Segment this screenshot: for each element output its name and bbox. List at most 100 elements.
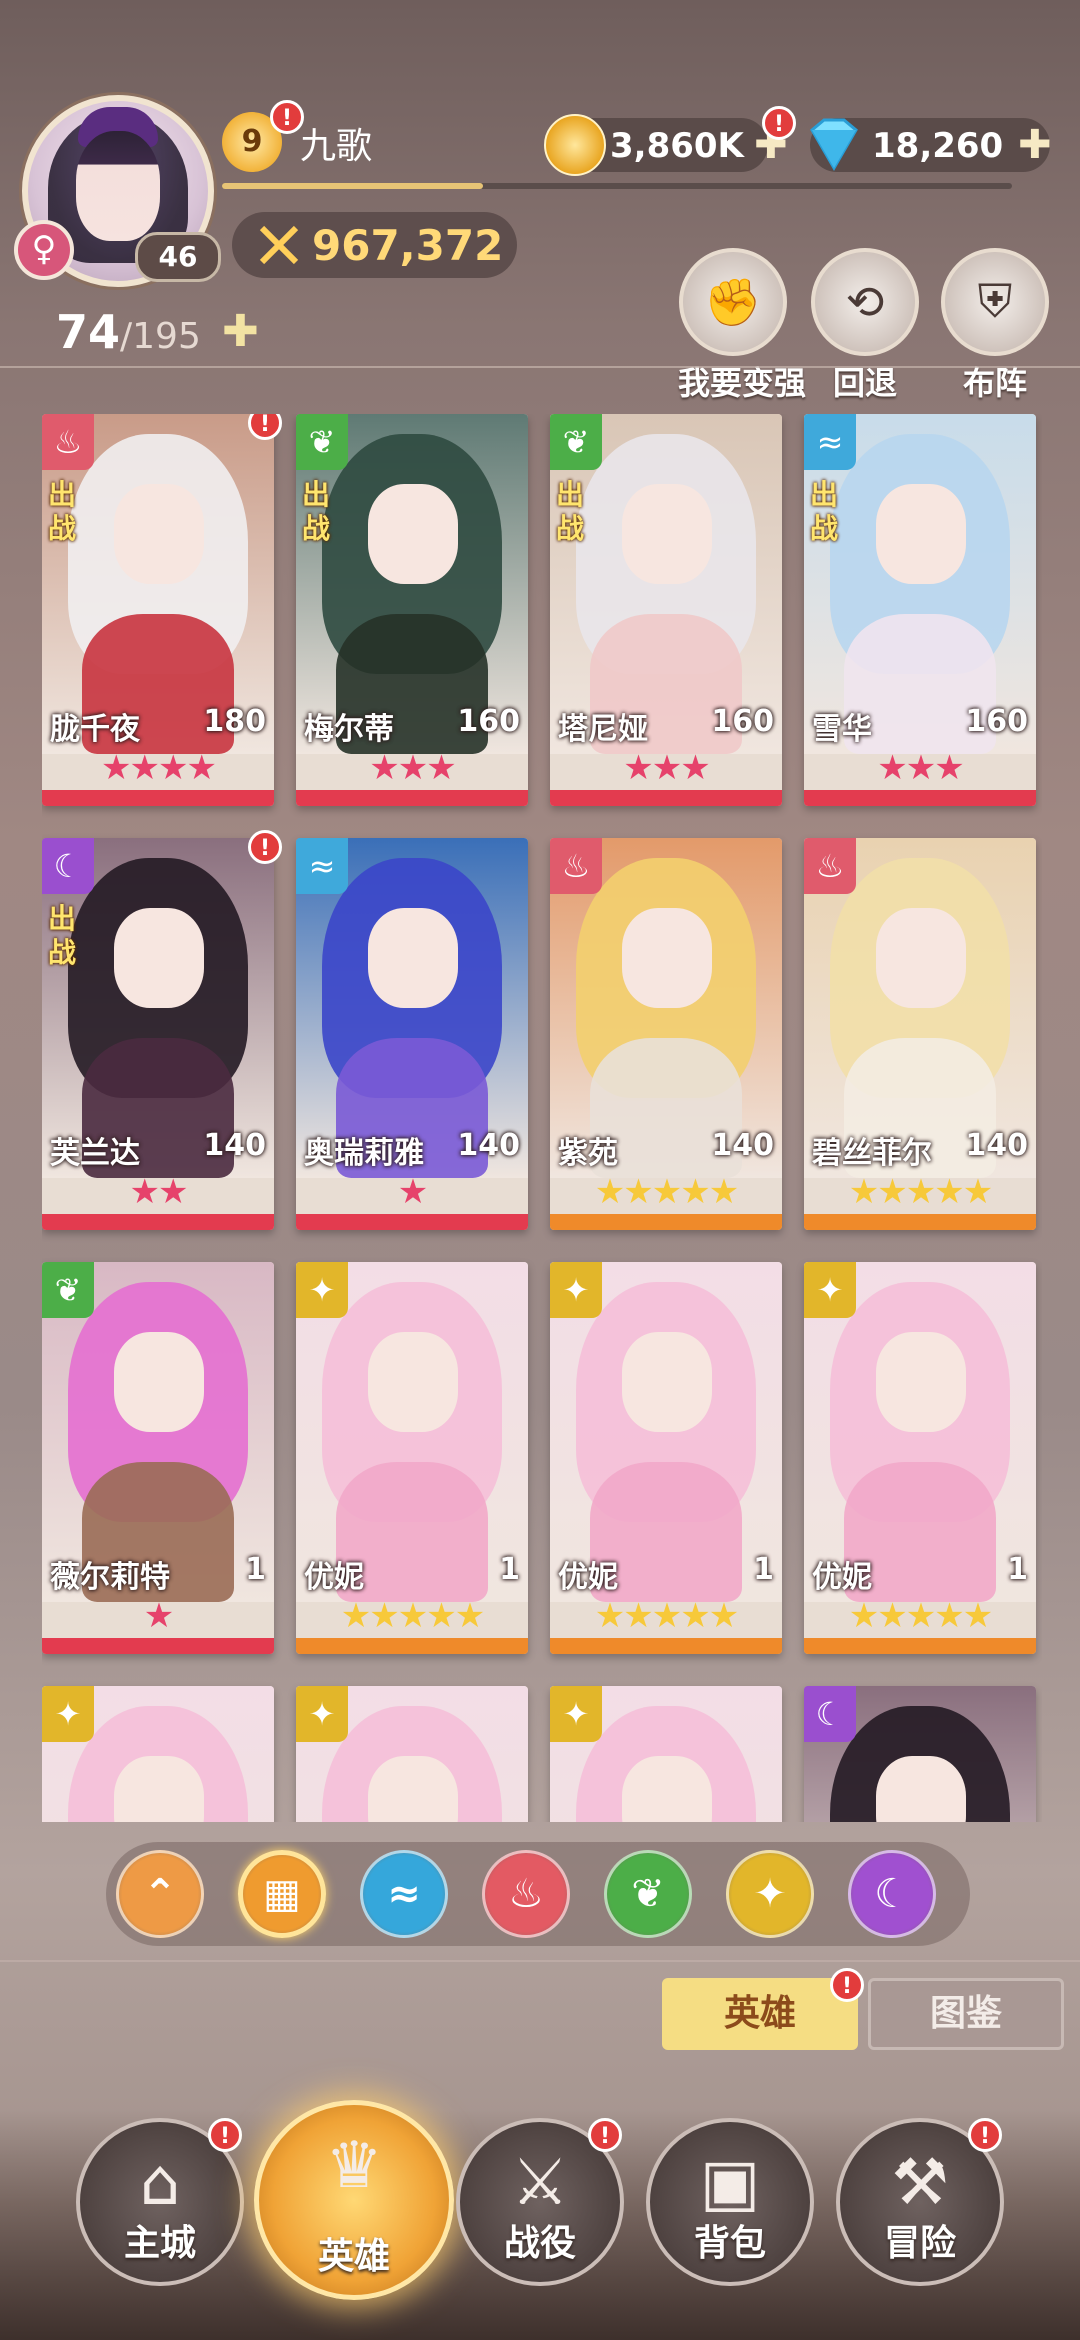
light-element-filter-button[interactable]: ✦ — [726, 1850, 814, 1938]
hero-card[interactable]: ≈ 奥瑞莉雅 140 ★ — [296, 838, 528, 1230]
hero-name: 奥瑞莉雅 — [304, 1136, 424, 1171]
rarity-bar — [296, 790, 528, 806]
nav-hero[interactable]: ♛ 英雄 — [254, 2100, 454, 2300]
leaf-element-filter-button[interactable]: ❦ — [604, 1850, 692, 1938]
hero-card[interactable]: ❦ 出战 塔尼娅 160 ★★★ — [550, 414, 782, 806]
add-diamond-button[interactable]: ✚ — [1018, 122, 1052, 168]
hero-stars: ★★★★ — [101, 748, 217, 788]
hero-level: 140 — [457, 1128, 520, 1163]
dark-element-filter-button[interactable]: ☾ — [848, 1850, 936, 1938]
player-level: 46 — [135, 232, 221, 282]
hero-name: 芙兰达 — [50, 1136, 140, 1171]
gold-coin-icon — [544, 114, 606, 176]
deployed-label: 出战 — [810, 478, 839, 545]
hero-level: 160 — [457, 704, 520, 739]
leaf-element-icon: ❦ — [550, 414, 602, 470]
hero-roster-count: 74/195 — [56, 305, 201, 359]
hero-level: 1 — [753, 1552, 774, 1587]
hero-name: 优妮 — [558, 1560, 618, 1595]
wave-element-icon: ≈ — [804, 414, 856, 470]
hero-icon: ♛ — [325, 2129, 383, 2203]
hero-card[interactable]: ☾ — [804, 1686, 1036, 1822]
gold-alert-dot: ! — [762, 106, 796, 140]
become-stronger-button[interactable]: ✊ 我要变强 — [678, 248, 806, 404]
hero-card[interactable]: ✦ — [42, 1686, 274, 1822]
nav-label: 主城 — [123, 2222, 196, 2264]
nav-alert-dot: ! — [208, 2118, 242, 2152]
hero-alert-dot: ! — [248, 830, 282, 864]
hero-name: 碧丝菲尔 — [812, 1136, 932, 1171]
nav-backpack[interactable]: ▣ 背包 — [646, 2118, 814, 2286]
hero-card[interactable]: ♨ 紫苑 140 ★★★★★ — [550, 838, 782, 1230]
hero-face — [622, 908, 712, 1008]
hero-card[interactable]: ☾ 出战 芙兰达 140 ★★ — [42, 838, 274, 1230]
hero-face — [876, 484, 966, 584]
hero-face — [114, 1756, 204, 1822]
castle-icon: ⌂ — [139, 2146, 181, 2220]
chevron-up-icon: ⌃ — [143, 1871, 177, 1917]
hero-card[interactable]: ✦ — [296, 1686, 528, 1822]
wings-sword-icon: ⚔ — [511, 2146, 569, 2220]
light-element-icon: ✦ — [296, 1686, 348, 1742]
tab-codex[interactable]: 图鉴 — [868, 1978, 1064, 2050]
hero-level: 140 — [711, 1128, 774, 1163]
hero-face — [114, 1332, 204, 1432]
expand-roster-button[interactable]: ✚ — [222, 306, 259, 357]
hero-face — [876, 1332, 966, 1432]
fire-element-icon: ♨ — [508, 1871, 544, 1917]
roster-count-value: 74 — [56, 305, 121, 359]
light-element-icon: ✦ — [42, 1686, 94, 1742]
hero-name: 紫苑 — [558, 1136, 618, 1171]
header-divider — [0, 366, 1080, 368]
fist-icon: ✊ — [679, 248, 787, 356]
backpack-icon: ▣ — [699, 2146, 761, 2220]
hero-card[interactable]: ≈ 出战 雪华 160 ★★★ — [804, 414, 1036, 806]
diamond-counter: 18,260 ✚ — [810, 118, 1052, 172]
filter-divider — [0, 1960, 1080, 1962]
female-icon: ♀ — [14, 220, 74, 280]
hero-name: 薇尔莉特 — [50, 1560, 170, 1595]
hero-card[interactable]: ✦ 优妮 1 ★★★★★ — [804, 1262, 1036, 1654]
hero-card[interactable]: ❦ 薇尔莉特 1 ★ — [42, 1262, 274, 1654]
player-name: 九歌 — [300, 126, 373, 167]
hero-face — [368, 1756, 458, 1822]
diamond-value: 18,260 — [872, 126, 1004, 166]
hero-face — [622, 484, 712, 584]
hero-level: 1 — [1007, 1552, 1028, 1587]
formation-button[interactable]: ⛨ 布阵 — [940, 248, 1050, 404]
hero-card[interactable]: ✦ 优妮 1 ★★★★★ — [296, 1262, 528, 1654]
hero-card[interactable]: ❦ 出战 梅尔蒂 160 ★★★ — [296, 414, 528, 806]
hero-card[interactable]: ♨ 碧丝菲尔 140 ★★★★★ — [804, 838, 1036, 1230]
hero-card[interactable]: ♨ 出战 胧千夜 180 ★★★★ — [42, 414, 274, 806]
rewind-icon: ⟲ — [811, 248, 919, 356]
light-element-icon: ✦ — [804, 1262, 856, 1318]
hero-stars: ★★★ — [369, 748, 456, 788]
fire-element-icon: ♨ — [804, 838, 856, 894]
hero-face — [368, 1332, 458, 1432]
light-element-icon: ✦ — [550, 1262, 602, 1318]
nav-alert-dot: ! — [968, 2118, 1002, 2152]
deployed-label: 出战 — [556, 478, 585, 545]
fire-element-icon: ♨ — [550, 838, 602, 894]
rewind-label: 回退 — [832, 364, 897, 402]
wave-element-filter-button[interactable]: ≈ — [360, 1850, 448, 1938]
rewind-button[interactable]: ⟲ 回退 — [810, 248, 920, 404]
wave-element-icon: ≈ — [296, 838, 348, 894]
nav-label: 背包 — [693, 2222, 766, 2264]
hero-name: 优妮 — [812, 1560, 872, 1595]
hero-card[interactable]: ✦ — [550, 1686, 782, 1822]
hero-stars: ★ — [143, 1596, 174, 1636]
fire-element-filter-button[interactable]: ♨ — [482, 1850, 570, 1938]
hero-card[interactable]: ✦ 优妮 1 ★★★★★ — [550, 1262, 782, 1654]
deployed-label: 出战 — [48, 902, 77, 969]
grid-all-filter-button[interactable]: ▦ — [238, 1850, 326, 1938]
adventure-icon: ⚒ — [891, 2146, 949, 2220]
roster-max-value: /195 — [120, 316, 201, 357]
chevron-up-filter-button[interactable]: ⌃ — [116, 1850, 204, 1938]
hero-level: 160 — [711, 704, 774, 739]
leaf-element-icon: ❦ — [631, 1871, 665, 1917]
hero-stars: ★★★★★ — [848, 1596, 993, 1636]
hero-level: 140 — [203, 1128, 266, 1163]
hero-face — [114, 908, 204, 1008]
tab-hero[interactable]: 英雄 — [662, 1978, 858, 2050]
